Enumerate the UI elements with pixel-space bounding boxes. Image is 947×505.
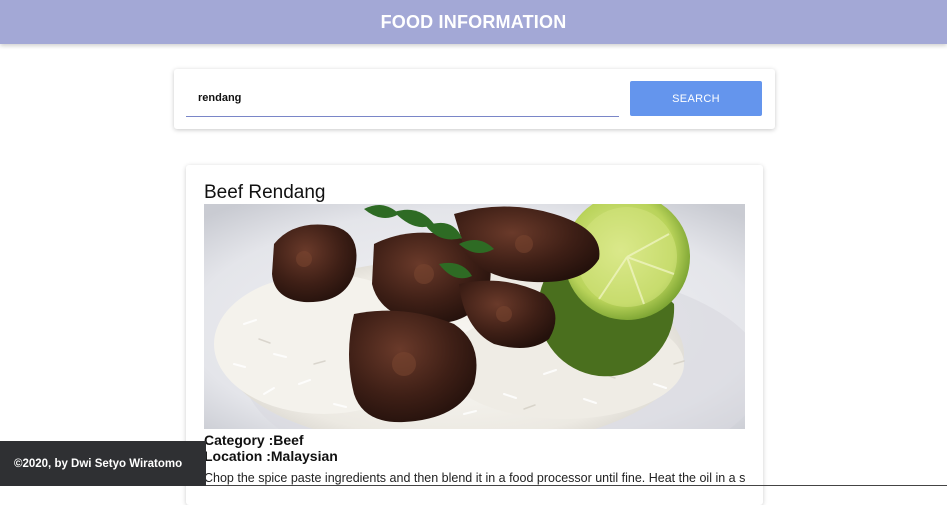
food-name: Beef Rendang	[204, 182, 326, 203]
app-bar: FOOD INFORMATION	[0, 0, 947, 44]
food-description: Chop the spice paste ingredients and the…	[204, 471, 745, 485]
app-title: FOOD INFORMATION	[380, 11, 567, 32]
search-button[interactable]: SEARCH	[630, 81, 762, 116]
food-image	[204, 204, 745, 429]
food-location: Location :Malaysian	[204, 448, 338, 464]
footer-copyright: ©2020, by Dwi Setyo Wiratomo	[14, 457, 183, 470]
footer: ©2020, by Dwi Setyo Wiratomo	[0, 441, 206, 486]
search-input[interactable]	[186, 80, 619, 117]
food-category: Category :Beef	[204, 432, 304, 448]
